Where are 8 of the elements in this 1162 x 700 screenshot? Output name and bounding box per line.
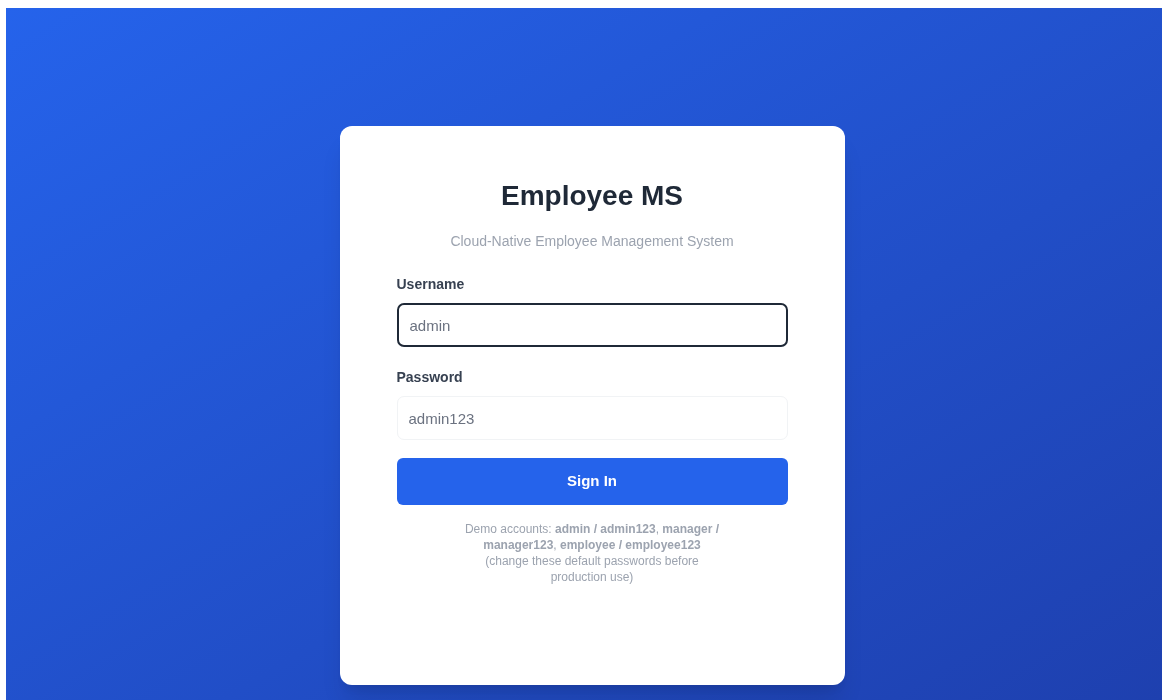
app-title: Employee MS bbox=[500, 179, 684, 213]
field-label: Password bbox=[396, 368, 464, 387]
sign-in-button[interactable]: Sign In bbox=[396, 458, 788, 505]
app-subtitle: Cloud-Native Employee Management System bbox=[449, 232, 735, 251]
field-label: Username bbox=[396, 275, 466, 294]
demo-accounts-note: Demo accounts: admin / admin123, manager / manager123, employee / employee123 bbox=[463, 521, 721, 553]
input-field[interactable]: admin bbox=[396, 303, 788, 347]
password-warning: (change these default passwords before production use) bbox=[484, 553, 700, 585]
